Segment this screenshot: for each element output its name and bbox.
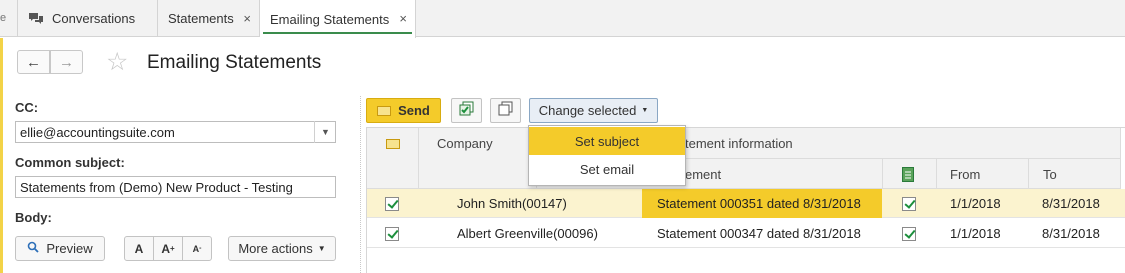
star-icon[interactable]: ☆ [106, 49, 128, 75]
header-from-label: From [950, 167, 981, 182]
tab-emailing-statements[interactable]: Emailing Statements × [260, 0, 416, 38]
checkbox-checked-icon [385, 226, 399, 241]
uncheck-all-icon [498, 101, 514, 120]
header-company[interactable]: Company [419, 128, 537, 189]
header-from[interactable]: From [937, 159, 1029, 189]
header-send-column[interactable] [883, 159, 937, 189]
yellow-accent-bar [0, 38, 3, 273]
tab-label: Conversations [52, 11, 136, 26]
chevron-down-icon: ▼ [317, 244, 326, 253]
close-icon[interactable]: × [399, 11, 407, 26]
cell-from: 1/1/2018 [950, 226, 1001, 241]
page-title: Emailing Statements [147, 52, 322, 73]
change-selected-menu: Set subject Set email [528, 125, 686, 186]
header-company-label: Company [437, 136, 493, 151]
header-statement-label: ement [685, 167, 722, 182]
check-all-icon [459, 101, 475, 120]
conversations-icon [28, 12, 44, 25]
table-row[interactable]: John Smith(00147) Statement 000351 dated… [367, 189, 1125, 218]
cell-from: 1/1/2018 [950, 196, 1001, 211]
cell-to: 8/31/2018 [1042, 196, 1100, 211]
preview-button[interactable]: Preview [15, 236, 105, 261]
row-send-checkbox[interactable] [902, 189, 916, 218]
envelope-icon [386, 139, 400, 149]
search-icon [27, 241, 40, 256]
header-statement-group-label: tement information [685, 136, 793, 151]
row-checkbox[interactable] [385, 189, 399, 218]
document-icon [902, 167, 914, 185]
tab-conversations[interactable]: Conversations [18, 0, 158, 37]
font-normal-button[interactable]: A [124, 236, 154, 261]
tab-label: Emailing Statements [270, 11, 390, 27]
font-normal-icon: A [134, 241, 144, 256]
arrow-right-icon: → [59, 53, 74, 71]
font-increase-icon: A [161, 241, 170, 256]
cell-company: John Smith(00147) [457, 196, 567, 211]
row-send-checkbox[interactable] [902, 219, 916, 248]
uncheck-all-button[interactable] [490, 98, 521, 123]
back-button[interactable]: ← [17, 50, 50, 74]
envelope-icon [377, 105, 392, 116]
body-label: Body: [15, 210, 52, 225]
font-increase-button[interactable]: A + [153, 236, 183, 261]
panel-divider[interactable] [360, 96, 361, 273]
menu-item-set-email[interactable]: Set email [529, 155, 685, 183]
preview-label: Preview [46, 241, 93, 256]
change-selected-button[interactable]: Change selected ▼ [529, 98, 658, 123]
cell-company: Albert Greenville(00096) [457, 226, 598, 241]
subject-label: Common subject: [15, 155, 125, 170]
chevron-down-icon[interactable]: ▼ [314, 121, 336, 143]
arrow-left-icon: ← [26, 53, 41, 71]
check-all-button[interactable] [451, 98, 482, 123]
menu-item-set-subject[interactable]: Set subject [529, 127, 685, 155]
change-selected-label: Change selected [538, 103, 637, 118]
cell-statement: Statement 000351 dated 8/31/2018 [642, 189, 882, 218]
row-checkbox[interactable] [385, 219, 399, 248]
forward-button[interactable]: → [50, 50, 83, 74]
tab-label: Statements [168, 11, 234, 26]
more-actions-button[interactable]: More actions ▼ [228, 236, 336, 261]
send-label: Send [398, 103, 430, 118]
more-actions-label: More actions [238, 241, 313, 256]
statements-table: Company tement information ement From To… [366, 127, 1125, 273]
header-email-column[interactable] [367, 128, 419, 189]
cell-statement: Statement 000347 dated 8/31/2018 [657, 226, 861, 241]
checkbox-checked-icon [902, 196, 916, 211]
tab-overflow-glyph: e [0, 12, 7, 24]
header-to-label: To [1043, 167, 1057, 182]
header-to[interactable]: To [1029, 159, 1121, 189]
cc-label: CC: [15, 100, 39, 115]
subject-field[interactable]: Statements from (Demo) New Product - Tes… [15, 176, 336, 198]
tab-statements[interactable]: Statements × [158, 0, 260, 37]
close-icon[interactable]: × [243, 11, 251, 26]
chevron-down-icon: ▼ [641, 107, 649, 114]
cell-to: 8/31/2018 [1042, 226, 1100, 241]
tab-overflow[interactable]: e [0, 0, 18, 37]
table-row[interactable]: Albert Greenville(00096) Statement 00034… [367, 219, 1125, 248]
checkbox-checked-icon [385, 196, 399, 211]
cc-field[interactable]: ellie@accountingsuite.com [15, 121, 336, 143]
tab-bar: e Conversations Statements × Emailing St… [0, 0, 1125, 38]
font-decrease-button[interactable]: A- [182, 236, 212, 261]
send-button[interactable]: Send [366, 98, 441, 123]
checkbox-checked-icon [902, 226, 916, 241]
